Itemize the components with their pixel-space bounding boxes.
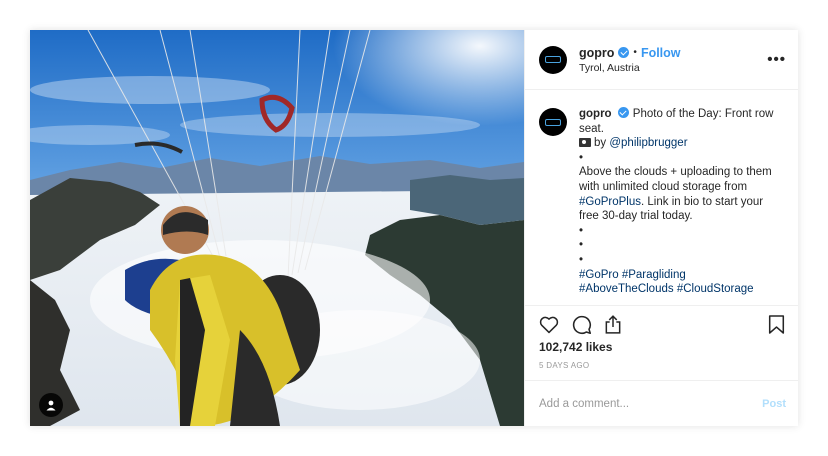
comment-icon — [572, 315, 591, 335]
hashtag-link[interactable]: #AboveTheClouds — [579, 283, 674, 295]
more-options-icon[interactable]: ••• — [767, 51, 786, 68]
user-tag-icon — [46, 400, 56, 411]
post-header: gopro • Follow Tyrol, Austria ••• — [525, 30, 798, 90]
verified-badge-icon — [617, 107, 629, 118]
caption-body1: Above the clouds + uploading to them wit… — [579, 166, 772, 193]
avatar[interactable] — [539, 108, 567, 136]
share-icon — [605, 315, 621, 334]
like-button[interactable] — [537, 313, 561, 337]
post-side-panel: gopro • Follow Tyrol, Austria ••• gopro … — [524, 30, 798, 426]
post-comment-button[interactable]: Post — [762, 398, 786, 410]
caption-by-label: by — [594, 137, 607, 150]
like-count[interactable]: 102,742 likes — [539, 340, 612, 354]
username-link[interactable]: gopro — [579, 46, 614, 60]
header-line: gopro • Follow — [579, 46, 767, 60]
share-button[interactable] — [601, 313, 625, 337]
avatar[interactable] — [539, 45, 567, 74]
save-button[interactable] — [764, 313, 788, 337]
instagram-post: gopro • Follow Tyrol, Austria ••• gopro … — [30, 30, 798, 426]
paragliding-photo — [30, 30, 524, 426]
caption-bullet: • — [579, 224, 584, 237]
gopro-logo-icon — [545, 118, 561, 126]
comment-bar: Post — [525, 380, 798, 426]
caption-area: gopro Photo of the Day: Front row seat. … — [525, 91, 798, 305]
gopro-logo-icon — [545, 56, 561, 63]
location-link[interactable]: Tyrol, Austria — [579, 62, 767, 74]
camera-icon — [579, 138, 591, 148]
hashtag-link[interactable]: #CloudStorage — [677, 283, 754, 295]
caption-bullet: • — [579, 151, 584, 164]
comment-input[interactable] — [539, 397, 763, 410]
hashtag-link[interactable]: #GoPro — [579, 269, 619, 281]
verified-badge-icon — [618, 47, 630, 58]
header-text: gopro • Follow Tyrol, Austria — [579, 46, 767, 74]
separator-dot: • — [633, 47, 637, 58]
post-timestamp[interactable]: 5 DAYS AGO — [539, 361, 589, 370]
goproplus-hashtag-link[interactable]: #GoProPlus — [579, 196, 641, 208]
heart-icon — [539, 316, 559, 334]
tagged-users-button[interactable] — [39, 393, 63, 417]
post-photo[interactable] — [30, 30, 524, 426]
bookmark-icon — [768, 315, 784, 334]
caption-bullet: • — [579, 239, 584, 252]
hashtag-link[interactable]: #Paragliding — [622, 269, 686, 281]
credit-mention-link[interactable]: @philipbrugger — [609, 137, 687, 149]
follow-button[interactable]: Follow — [641, 46, 681, 60]
caption-bullet: • — [579, 253, 584, 266]
action-bar — [525, 305, 798, 335]
comment-button[interactable] — [569, 313, 593, 337]
caption-text: gopro Photo of the Day: Front row seat. … — [579, 107, 784, 305]
caption-username-link[interactable]: gopro — [579, 108, 612, 120]
